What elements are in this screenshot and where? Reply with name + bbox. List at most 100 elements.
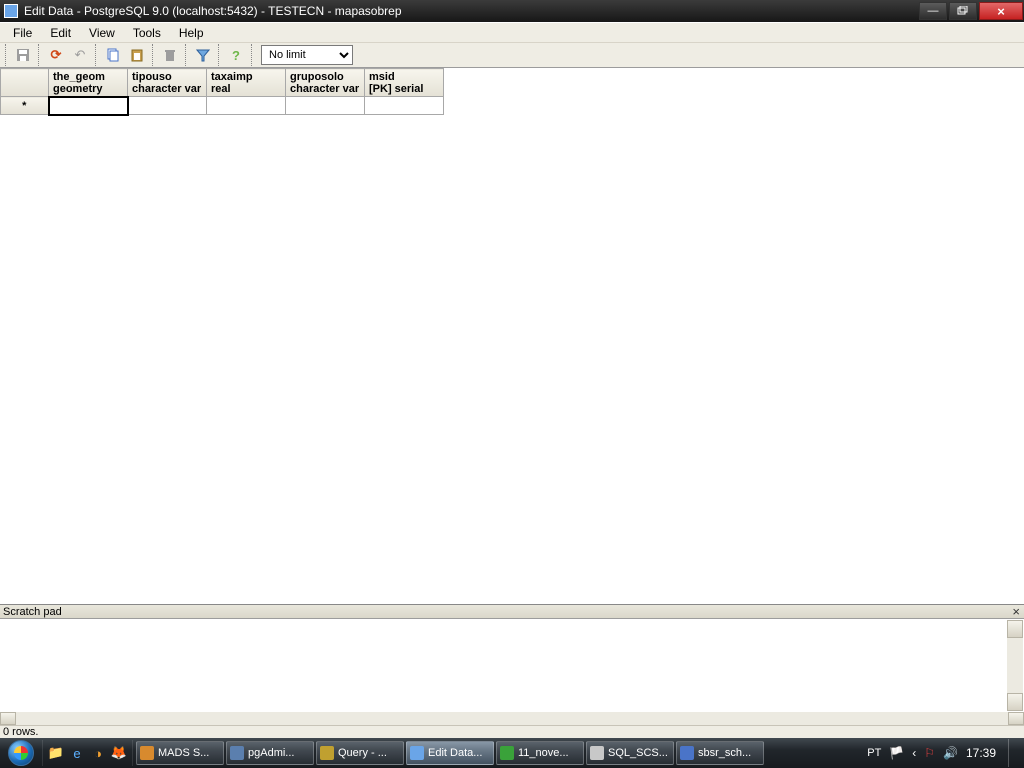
menu-view[interactable]: View [80, 24, 124, 42]
menu-help[interactable]: Help [170, 24, 213, 42]
taskbar-app-icon [680, 746, 694, 760]
column-name: tipouso [132, 71, 172, 83]
menu-bar: File Edit View Tools Help [0, 22, 1024, 42]
toolbar-separator [218, 44, 221, 66]
grid-cell[interactable] [286, 97, 365, 115]
column-header[interactable]: gruposolocharacter var [286, 69, 365, 97]
paste-button[interactable] [126, 44, 148, 66]
pinned-media-icon[interactable]: ◑ [88, 740, 108, 766]
clock[interactable]: 17:39 [966, 746, 996, 760]
status-bar: 0 rows. [0, 725, 1024, 738]
menu-file[interactable]: File [4, 24, 41, 42]
copy-button[interactable] [102, 44, 124, 66]
scroll-right-icon[interactable] [1008, 712, 1024, 725]
windows-logo-icon [8, 740, 34, 766]
pinned-ie-icon[interactable]: e [67, 740, 87, 766]
new-row[interactable]: * [1, 97, 444, 115]
taskbar-item-label: Edit Data... [428, 747, 482, 759]
column-header[interactable]: tipousocharacter var [128, 69, 207, 97]
vertical-scrollbar[interactable] [1007, 620, 1023, 711]
toolbar-separator [38, 44, 41, 66]
title-bar: Edit Data - PostgreSQL 9.0 (localhost:54… [0, 0, 1024, 22]
scroll-track[interactable] [16, 712, 1008, 725]
data-grid-area: the_geomgeometry tipousocharacter var ta… [0, 68, 1024, 604]
scratch-pad[interactable] [0, 618, 1024, 712]
scratch-pad-header[interactable]: Scratch pad × [0, 604, 1024, 618]
tray-flag-icon[interactable]: 🏳️ [889, 746, 904, 760]
column-header[interactable]: msid[PK] serial [365, 69, 444, 97]
horizontal-scrollbar[interactable] [0, 712, 1024, 725]
tray-volume-icon[interactable]: 🔊 [943, 746, 958, 760]
taskbar-item[interactable]: sbsr_sch... [676, 741, 764, 765]
pinned-apps: 📁 e ◑ 🦊 [42, 740, 133, 766]
taskbar-item-label: sbsr_sch... [698, 747, 751, 759]
column-type: character var [132, 83, 202, 95]
taskbar-app-icon [410, 746, 424, 760]
column-header[interactable]: the_geomgeometry [49, 69, 128, 97]
save-button[interactable] [12, 44, 34, 66]
taskbar-item[interactable]: Edit Data... [406, 741, 494, 765]
taskbar-item-label: MADS S... [158, 747, 209, 759]
grid-cell[interactable] [207, 97, 286, 115]
start-button[interactable] [0, 738, 42, 768]
taskbar-app-icon [500, 746, 514, 760]
toolbar-separator [185, 44, 188, 66]
refresh-button[interactable]: ⟳ [45, 44, 67, 66]
column-header[interactable]: taxaimpreal [207, 69, 286, 97]
close-button[interactable]: × [979, 2, 1023, 20]
column-type: character var [290, 83, 360, 95]
taskbar-item[interactable]: 11_nove... [496, 741, 584, 765]
column-type: [PK] serial [369, 83, 439, 95]
grid-cell-active[interactable] [49, 97, 128, 115]
data-grid[interactable]: the_geomgeometry tipousocharacter var ta… [0, 68, 444, 116]
show-desktop-button[interactable] [1008, 739, 1018, 767]
grid-corner[interactable] [1, 69, 49, 97]
column-name: taxaimp [211, 71, 253, 83]
row-header[interactable]: * [1, 97, 49, 115]
tray-chevron-icon[interactable]: ‹ [912, 746, 916, 760]
taskbar-app-icon [590, 746, 604, 760]
taskbar-item-label: Query - ... [338, 747, 387, 759]
taskbar: 📁 e ◑ 🦊 MADS S... pgAdmi... Query - ... Edi… [0, 738, 1024, 768]
row-limit-select[interactable]: No limit [261, 45, 353, 65]
tray-action-icon[interactable]: ⚐ [924, 746, 935, 760]
row-count-label: 0 rows. [3, 726, 38, 738]
toolbar-separator [95, 44, 98, 66]
taskbar-app-icon [230, 746, 244, 760]
scroll-left-icon[interactable] [0, 712, 16, 725]
minimize-button[interactable]: — [919, 2, 947, 20]
app-icon [4, 4, 18, 18]
toolbar: ⟳ ↶ ? No limit [0, 42, 1024, 68]
taskbar-app-icon [320, 746, 334, 760]
toolbar-separator [152, 44, 155, 66]
pinned-explorer-icon[interactable]: 📁 [46, 740, 66, 766]
filter-button[interactable] [192, 44, 214, 66]
pinned-firefox-icon[interactable]: 🦊 [109, 740, 129, 766]
grid-cell[interactable] [128, 97, 207, 115]
taskbar-item[interactable]: MADS S... [136, 741, 224, 765]
taskbar-item-label: 11_nove... [518, 747, 569, 759]
taskbar-item-label: pgAdmi... [248, 747, 294, 759]
undo-button[interactable]: ↶ [69, 44, 91, 66]
taskbar-item[interactable]: pgAdmi... [226, 741, 314, 765]
system-tray: PT 🏳️ ‹ ⚐ 🔊 17:39 [867, 739, 1024, 767]
help-button[interactable]: ? [225, 44, 247, 66]
column-name: msid [369, 71, 395, 83]
language-indicator[interactable]: PT [867, 747, 881, 759]
column-name: gruposolo [290, 71, 344, 83]
taskbar-item[interactable]: SQL_SCS... [586, 741, 674, 765]
scratch-close-icon[interactable]: × [1012, 604, 1020, 619]
toolbar-grip [251, 44, 254, 66]
menu-tools[interactable]: Tools [124, 24, 170, 42]
toolbar-grip [5, 44, 8, 66]
grid-cell[interactable] [365, 97, 444, 115]
maximize-restore-button[interactable] [949, 2, 977, 20]
menu-edit[interactable]: Edit [41, 24, 80, 42]
window-title: Edit Data - PostgreSQL 9.0 (localhost:54… [24, 4, 918, 18]
taskbar-item[interactable]: Query - ... [316, 741, 404, 765]
scratch-pad-label: Scratch pad [3, 606, 62, 618]
column-type: real [211, 83, 281, 95]
column-name: the_geom [53, 71, 105, 83]
taskbar-app-icon [140, 746, 154, 760]
delete-button[interactable] [159, 44, 181, 66]
